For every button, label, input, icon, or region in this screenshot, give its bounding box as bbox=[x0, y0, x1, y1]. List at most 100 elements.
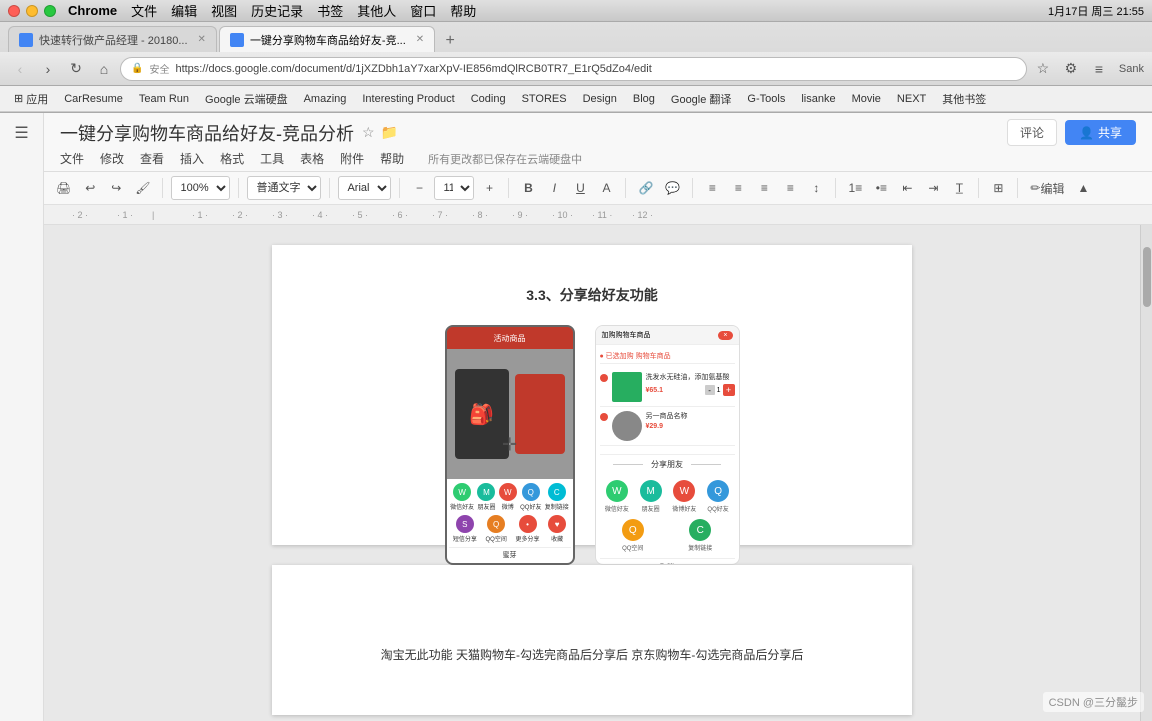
zoom-select[interactable]: 100% bbox=[171, 176, 230, 200]
style-select[interactable]: 普通文字 bbox=[247, 176, 321, 200]
address-text[interactable]: https://docs.google.com/document/d/1jXZD… bbox=[175, 63, 1015, 75]
mac-menu-help[interactable]: 帮助 bbox=[450, 1, 476, 20]
product-dot-2 bbox=[600, 413, 608, 421]
bookmark-caresume[interactable]: CarResume bbox=[58, 91, 129, 107]
bookmark-blog[interactable]: Blog bbox=[627, 91, 661, 107]
doc-menu-view[interactable]: 查看 bbox=[140, 150, 164, 167]
clear-format-button[interactable]: T̲ bbox=[948, 176, 970, 200]
bookmark-teamrun[interactable]: Team Run bbox=[133, 91, 195, 107]
redo-button[interactable]: ↪ bbox=[105, 176, 127, 200]
line-spacing-button[interactable]: ↕ bbox=[805, 176, 827, 200]
bookmark-gtools-label: G-Tools bbox=[747, 93, 785, 105]
align-center-button[interactable]: ≡ bbox=[727, 176, 749, 200]
menu-button[interactable]: ≡ bbox=[1087, 58, 1111, 80]
font-size-select[interactable]: 11 bbox=[434, 176, 474, 200]
mac-menu-file[interactable]: 文件 bbox=[131, 1, 157, 20]
star-icon[interactable]: ☆ bbox=[362, 124, 375, 141]
sidebar-menu-icon[interactable]: ☰ bbox=[10, 121, 34, 145]
maximize-button[interactable] bbox=[44, 5, 56, 17]
mac-menu-history[interactable]: 历史记录 bbox=[251, 1, 303, 20]
new-tab-button[interactable]: + bbox=[437, 30, 463, 52]
account-name[interactable]: Sank bbox=[1119, 63, 1144, 75]
doc-title[interactable]: 一键分享购物车商品给好友-竞品分析 bbox=[60, 120, 354, 146]
back-button[interactable]: ‹ bbox=[8, 58, 32, 80]
justify-button[interactable]: ≡ bbox=[779, 176, 801, 200]
bookmark-other[interactable]: 其他书签 bbox=[936, 89, 992, 109]
mac-menu-window[interactable]: 窗口 bbox=[410, 1, 436, 20]
collapse-button[interactable]: ▲ bbox=[1072, 176, 1094, 200]
bookmark-amazing[interactable]: Amazing bbox=[298, 91, 353, 107]
scrollbar[interactable] bbox=[1140, 225, 1152, 721]
doc-menu-file[interactable]: 文件 bbox=[60, 150, 84, 167]
numbered-list-button[interactable]: 1≡ bbox=[844, 176, 866, 200]
doc-menu-addons[interactable]: 附件 bbox=[340, 150, 364, 167]
cancel-button[interactable]: 取消 bbox=[600, 558, 735, 565]
tab-2[interactable]: 一键分享购物车商品给好友-竞... ✕ bbox=[219, 26, 435, 52]
minimize-button[interactable] bbox=[26, 5, 38, 17]
doc-menu-format[interactable]: 格式 bbox=[220, 150, 244, 167]
font-select[interactable]: Arial bbox=[338, 176, 391, 200]
tab-1[interactable]: 快速转行做产品经理 - 20180... ✕ bbox=[8, 26, 217, 52]
share-icon: 👤 bbox=[1079, 126, 1094, 140]
font-size-increase[interactable]: + bbox=[478, 176, 500, 200]
italic-button[interactable]: I bbox=[543, 176, 565, 200]
indent-increase-button[interactable]: ⇥ bbox=[922, 176, 944, 200]
share-button[interactable]: 👤 共享 bbox=[1065, 120, 1136, 145]
mac-menu-edit[interactable]: 编辑 bbox=[171, 1, 197, 20]
share-sms: S 短信分享 bbox=[453, 515, 477, 543]
doc-menu-edit[interactable]: 修改 bbox=[100, 150, 124, 167]
close-button[interactable] bbox=[8, 5, 20, 17]
folder-icon[interactable]: 📁 bbox=[381, 124, 398, 141]
table-button[interactable]: ⊞ bbox=[987, 176, 1009, 200]
address-bar[interactable]: 🔒 安全 https://docs.google.com/document/d/… bbox=[120, 57, 1027, 81]
doc-menu-tools[interactable]: 工具 bbox=[260, 150, 284, 167]
bookmark-coding[interactable]: Coding bbox=[465, 91, 512, 107]
print-button[interactable]: 🖨 bbox=[52, 176, 75, 200]
bookmark-gdrive[interactable]: Google 云端硬盘 bbox=[199, 89, 294, 109]
bold-button[interactable]: B bbox=[517, 176, 539, 200]
edit-mode-button[interactable]: ✏ 编辑 bbox=[1026, 176, 1068, 200]
bookmark-gtools[interactable]: G-Tools bbox=[741, 91, 791, 107]
traffic-lights[interactable] bbox=[8, 5, 56, 17]
align-left-button[interactable]: ≡ bbox=[701, 176, 723, 200]
bookmark-star-button[interactable]: ☆ bbox=[1031, 58, 1055, 80]
moments-icon: M bbox=[477, 483, 495, 501]
undo-button[interactable]: ↩ bbox=[79, 176, 101, 200]
font-color-button[interactable]: A bbox=[595, 176, 617, 200]
bookmark-lisanke[interactable]: lisanke bbox=[795, 91, 841, 107]
scrollbar-thumb[interactable] bbox=[1143, 247, 1151, 307]
bookmark-gtranslate[interactable]: Google 翻译 bbox=[665, 89, 738, 109]
bookmark-design[interactable]: Design bbox=[577, 91, 623, 107]
bookmark-interesting[interactable]: Interesting Product bbox=[356, 91, 460, 107]
align-right-button[interactable]: ≡ bbox=[753, 176, 775, 200]
indent-decrease-button[interactable]: ⇤ bbox=[896, 176, 918, 200]
bookmark-next[interactable]: NEXT bbox=[891, 91, 932, 107]
font-size-decrease[interactable]: − bbox=[408, 176, 430, 200]
doc-menu-insert[interactable]: 插入 bbox=[180, 150, 204, 167]
reload-button[interactable]: ↻ bbox=[64, 58, 88, 80]
bookmark-design-label: Design bbox=[583, 93, 617, 105]
extensions-button[interactable]: ⚙ bbox=[1059, 58, 1083, 80]
underline-button[interactable]: U bbox=[569, 176, 591, 200]
mac-menu-bookmarks[interactable]: 书签 bbox=[317, 1, 343, 20]
doc-body[interactable]: 3.3、分享给好友功能 ✛ 活动商品 bbox=[44, 225, 1140, 721]
forward-button[interactable]: › bbox=[36, 58, 60, 80]
doc-menu-table[interactable]: 表格 bbox=[300, 150, 324, 167]
bookmark-apps[interactable]: ⊞ 应用 bbox=[8, 89, 54, 109]
mac-menu-other[interactable]: 其他人 bbox=[357, 1, 396, 20]
tab-2-close[interactable]: ✕ bbox=[416, 34, 424, 45]
link-button[interactable]: 🔗 bbox=[634, 176, 657, 200]
paint-format-button[interactable]: 🖌 bbox=[131, 176, 154, 200]
comment-inline-button[interactable]: 💬 bbox=[661, 176, 684, 200]
mac-menu-view[interactable]: 视图 bbox=[211, 1, 237, 20]
doc-menu-help[interactable]: 帮助 bbox=[380, 150, 404, 167]
bullet-list-button[interactable]: •≡ bbox=[870, 176, 892, 200]
comment-button[interactable]: 评论 bbox=[1007, 119, 1057, 146]
tab-1-close[interactable]: ✕ bbox=[198, 34, 206, 45]
bookmark-stores[interactable]: STORES bbox=[516, 91, 573, 107]
bookmark-movie[interactable]: Movie bbox=[846, 91, 887, 107]
weibo-icon-inner: W bbox=[680, 486, 689, 497]
home-button[interactable]: ⌂ bbox=[92, 58, 116, 80]
phone-product-area: 🎒 bbox=[447, 349, 573, 479]
ruler-mark-4r: · 4 · bbox=[312, 210, 328, 220]
